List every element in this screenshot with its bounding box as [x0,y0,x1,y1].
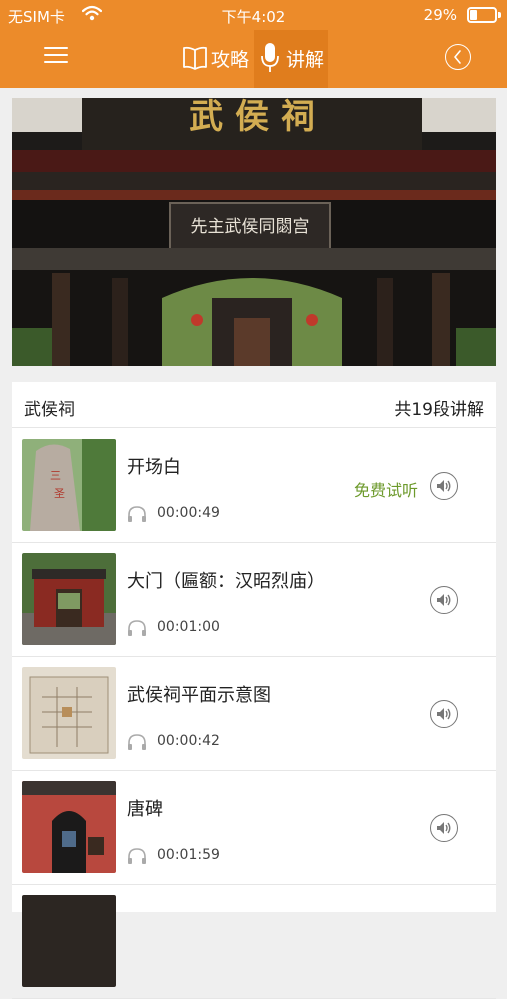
tab-explain-label: 讲解 [286,49,325,71]
tab-guide[interactable]: 攻略 [180,30,254,88]
list-item[interactable]: 武侯祠平面示意图 00:00:42 [12,657,496,771]
battery-icon [467,7,501,23]
play-audio-button[interactable] [430,814,458,842]
thumbnail [22,667,116,759]
battery-fill [470,10,477,20]
list-title: 武侯祠 [24,400,75,420]
back-button[interactable] [445,44,471,70]
list-header: 武侯祠 共19段讲解 [12,382,496,428]
menu-button[interactable] [44,45,68,65]
headphones-icon [128,506,146,522]
play-audio-button[interactable] [430,700,458,728]
thumbnail: 三 圣 [22,439,116,531]
chevron-left-icon [454,50,461,64]
headphones-icon [128,734,146,750]
book-icon [183,46,207,70]
duration-text: 00:01:00 [157,619,220,635]
svg-text:三: 三 [50,469,61,482]
speaker-icon [437,594,451,606]
tab-guide-label: 攻略 [211,49,250,71]
item-title: 武侯祠平面示意图 [127,685,271,706]
battery-percent: 29% [423,6,457,24]
list-item[interactable] [12,885,496,999]
thumbnail [22,781,116,873]
item-title: 大门（匾额：汉昭烈庙） [127,571,325,592]
item-title: 开场白 [127,457,181,478]
top-bar: 无SIM卡 下午4:02 29% 攻略 讲解 [0,0,507,88]
speaker-icon [437,480,451,492]
microphone-icon [261,43,279,72]
duration-text: 00:00:49 [157,505,220,521]
duration-text: 00:00:42 [157,733,220,749]
status-bar: 无SIM卡 下午4:02 29% [0,0,507,30]
free-trial-label[interactable]: 免费试听 [354,477,418,501]
item-title: 唐碑 [127,799,163,820]
tab-explain[interactable]: 讲解 [254,30,328,88]
thumbnail [22,895,116,987]
lintel-text: 武 侯 祠 [189,98,315,137]
hero-image: 武 侯 祠 先主武侯同閟宫 [12,98,496,366]
narration-list: 武侯祠 共19段讲解 三 圣 开场白 00:00:49 免费试听 大门（匾额：汉… [12,382,496,999]
headphones-icon [128,620,146,636]
speaker-icon [437,822,451,834]
duration-text: 00:01:59 [157,847,220,863]
list-item[interactable]: 大门（匾额：汉昭烈庙） 00:01:00 [12,543,496,657]
narration-count: 共19段讲解 [394,400,484,420]
play-audio-button[interactable] [430,472,458,500]
svg-text:圣: 圣 [54,487,65,500]
list-item[interactable]: 三 圣 开场白 00:00:49 免费试听 [12,429,496,543]
play-audio-button[interactable] [430,586,458,614]
list-item[interactable]: 唐碑 00:01:59 [12,771,496,885]
hero-sign-text: 先主武侯同閟宫 [191,217,310,237]
thumbnail [22,553,116,645]
speaker-icon [437,708,451,720]
headphones-icon [128,848,146,864]
